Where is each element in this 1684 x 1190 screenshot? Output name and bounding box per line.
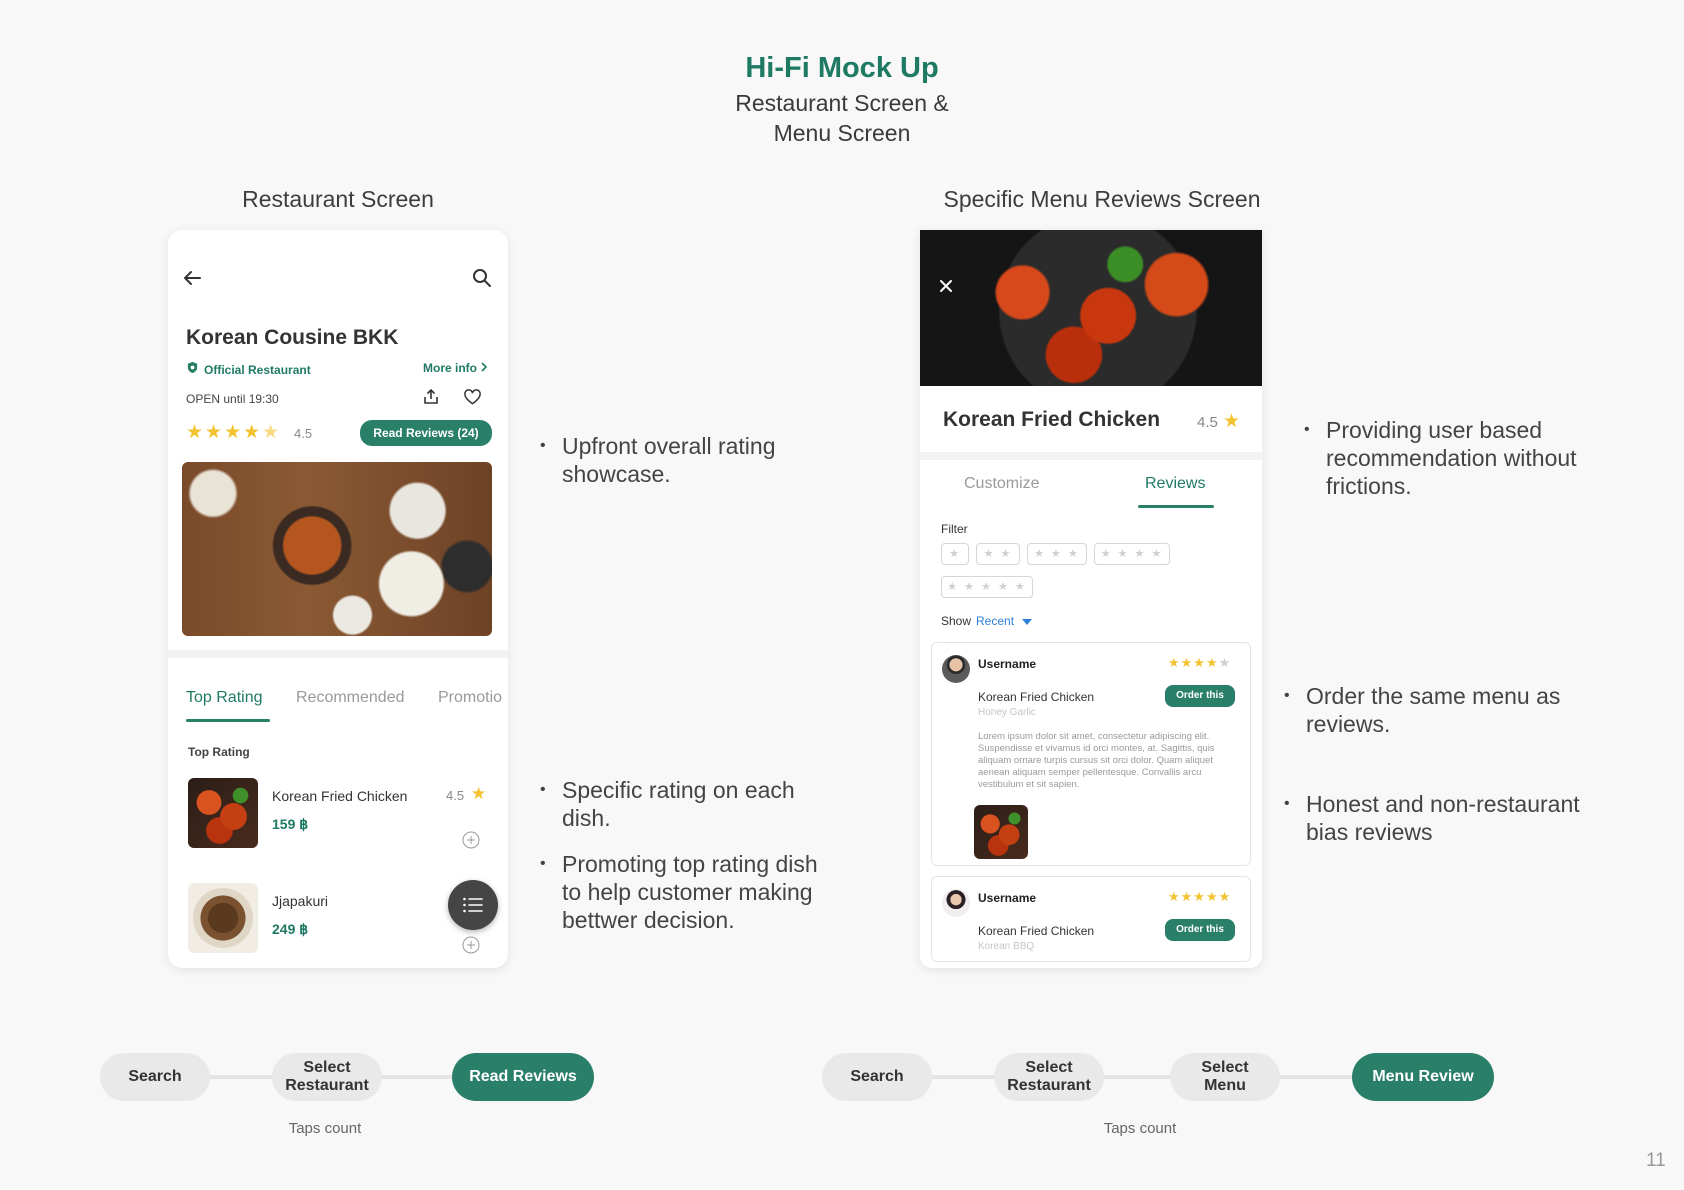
show-label: Show	[941, 614, 972, 628]
sort-dropdown[interactable]: Recent	[976, 614, 1033, 628]
dish-thumbnail	[188, 883, 258, 953]
back-arrow-icon[interactable]	[180, 266, 204, 290]
open-status: OPEN until 19:30	[186, 392, 279, 406]
close-icon[interactable]	[938, 278, 954, 299]
chevron-right-icon	[480, 361, 488, 375]
review-stars: ★★★★★	[1168, 889, 1232, 904]
add-circle-icon[interactable]	[462, 831, 480, 854]
overall-stars: ★★★★★	[186, 421, 281, 444]
review-option: Honey Garlic	[978, 707, 1036, 718]
more-info-link[interactable]: More info	[423, 361, 488, 375]
star-icon: ★	[471, 784, 487, 803]
filter-chip-3-star[interactable]: ★ ★ ★	[1027, 543, 1087, 565]
note-order-same: Order the same menu as reviews.	[1284, 682, 1596, 738]
review-card: Username ★★★★★ Korean Fried Chicken Hone…	[931, 642, 1251, 866]
review-menu: Korean Fried Chicken	[978, 924, 1095, 938]
dish-price: 159 ฿	[272, 816, 309, 832]
filter-label: Filter	[941, 522, 968, 536]
tab-top-rating[interactable]: Top Rating	[186, 689, 263, 707]
dish-price: 249 ฿	[272, 921, 309, 937]
filter-chip-1-star[interactable]: ★	[941, 543, 969, 565]
half-star-icon: ★	[262, 422, 282, 443]
official-label: Official Restaurant	[204, 363, 311, 377]
review-card: Username ★★★★★ Korean Fried Chicken Kore…	[931, 876, 1251, 962]
restaurant-photo	[182, 462, 492, 636]
flow-step-menu-review: Menu Review	[1352, 1053, 1494, 1101]
left-column-title: Restaurant Screen	[242, 186, 434, 212]
list-item[interactable]: Korean Fried Chicken 159 ฿ 4.5 ★	[188, 778, 488, 858]
page-title: Hi-Fi Mock Up	[745, 52, 939, 84]
dish-hero-image	[920, 230, 1262, 386]
section-divider	[168, 650, 508, 658]
dish-rating: 4.5	[1197, 414, 1218, 431]
dish-title: Korean Fried Chicken	[943, 408, 1161, 431]
dish-thumbnail	[188, 778, 258, 848]
subtitle-line-1: Restaurant Screen &	[735, 90, 949, 116]
section-label: Top Rating	[188, 745, 250, 759]
active-tab-indicator	[186, 719, 270, 722]
note-user-based: Providing user based recommendation with…	[1304, 416, 1616, 500]
review-option: Korean BBQ	[978, 941, 1035, 952]
review-username: Username	[978, 891, 1037, 905]
tab-reviews[interactable]: Reviews	[1145, 475, 1205, 493]
flow-caption: Taps count	[288, 1120, 362, 1137]
section-divider	[920, 452, 1262, 460]
official-badge: Official Restaurant	[186, 361, 311, 379]
flow-step-search: Search	[822, 1053, 932, 1101]
more-info-label: More info	[423, 361, 477, 375]
review-photo	[974, 805, 1028, 859]
tab-customize[interactable]: Customize	[964, 475, 1040, 493]
subtitle-line-2: Menu Screen	[773, 120, 911, 146]
list-item[interactable]: Jjapakuri 249 ฿	[188, 883, 488, 963]
flow-step-read-reviews: Read Reviews	[452, 1053, 594, 1101]
add-circle-icon[interactable]	[462, 936, 480, 959]
order-this-button[interactable]: Order this	[1165, 919, 1235, 941]
avatar	[942, 655, 970, 683]
filter-chip-4-star[interactable]: ★ ★ ★ ★	[1094, 543, 1170, 565]
note-specific-rating: Specific rating on each dish.	[540, 776, 822, 832]
heart-icon[interactable]	[463, 388, 482, 411]
page-number: 11	[1646, 1150, 1666, 1171]
flow-caption: Taps count	[1103, 1120, 1177, 1137]
note-honest-reviews: Honest and non-restaurant bias reviews	[1284, 790, 1596, 846]
verified-badge-icon	[186, 361, 199, 379]
dish-name: Jjapakuri	[272, 893, 329, 909]
flow-step-select-restaurant: Select Restaurant	[994, 1053, 1104, 1101]
menu-review-screen: Korean Fried Chicken 4.5 ★ Customize Rev…	[920, 230, 1262, 968]
share-icon[interactable]	[422, 388, 440, 411]
dish-rating: 4.5	[446, 788, 465, 803]
flow-step-select-menu: Select Menu	[1170, 1053, 1280, 1101]
filter-chip-5-star[interactable]: ★ ★ ★ ★ ★	[941, 576, 1033, 598]
overall-rating: 4.5	[294, 426, 313, 441]
page-subtitle: Restaurant Screen & Menu Screen	[0, 88, 1684, 148]
active-tab-indicator	[1138, 505, 1214, 508]
filter-chip-2-star[interactable]: ★ ★	[976, 543, 1020, 565]
tab-promotion[interactable]: Promotio	[438, 689, 502, 707]
star-icon: ★	[1223, 411, 1241, 432]
restaurant-name: Korean Cousine BKK	[186, 326, 399, 349]
menu-list-icon[interactable]	[448, 880, 498, 930]
review-username: Username	[978, 657, 1037, 671]
review-body: Lorem ipsum dolor sit amet, consectetur …	[978, 731, 1215, 790]
note-upfront-rating: Upfront overall rating showcase.	[540, 432, 822, 488]
flow-step-search: Search	[100, 1053, 210, 1101]
review-menu: Korean Fried Chicken	[978, 690, 1095, 704]
avatar	[942, 889, 970, 917]
order-this-button[interactable]: Order this	[1165, 685, 1235, 707]
dish-name: Korean Fried Chicken	[272, 788, 408, 804]
search-icon[interactable]	[470, 266, 494, 290]
tab-recommended[interactable]: Recommended	[296, 689, 405, 707]
dropdown-caret-icon	[1022, 614, 1033, 628]
review-stars: ★★★★★	[1168, 655, 1232, 670]
sort-value: Recent	[976, 614, 1015, 628]
star-icon: ★★★★	[186, 422, 263, 443]
note-promoting: Promoting top rating dish to help custom…	[540, 850, 822, 934]
flow-step-select-restaurant: Select Restaurant	[272, 1053, 382, 1101]
read-reviews-button[interactable]: Read Reviews (24)	[360, 420, 492, 446]
restaurant-screen: Korean Cousine BKK Official Restaurant M…	[168, 230, 508, 968]
right-column-title: Specific Menu Reviews Screen	[943, 186, 1261, 212]
